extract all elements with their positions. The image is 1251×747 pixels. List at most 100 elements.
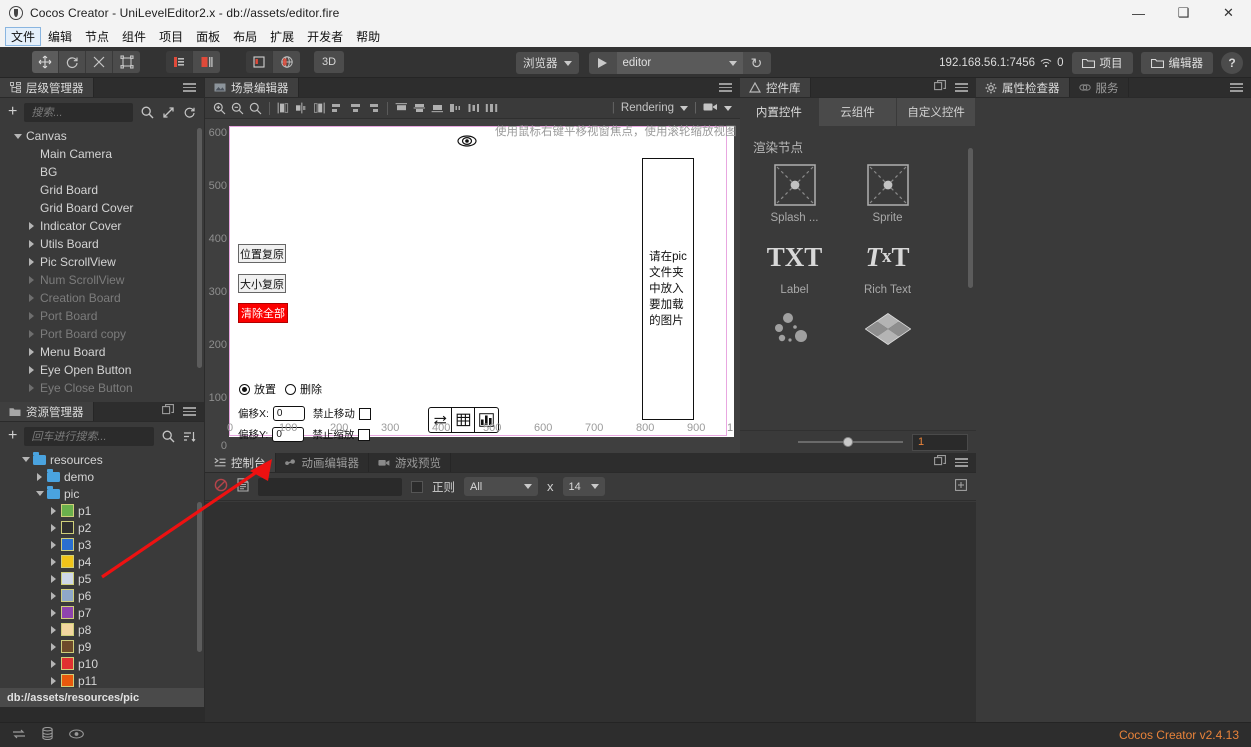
chevron-right-icon[interactable] (26, 366, 37, 374)
tab-console[interactable]: 控制台 (205, 453, 276, 472)
chevron-right-icon[interactable] (26, 222, 37, 230)
chevron-right-icon[interactable] (48, 506, 59, 515)
hierarchy-node-num-scrollview[interactable]: Num ScrollView (0, 271, 204, 289)
add-node-button[interactable]: + (8, 104, 17, 120)
close-button[interactable]: ✕ (1206, 0, 1251, 26)
move-tool-button[interactable] (32, 51, 59, 73)
chevron-right-icon[interactable] (48, 591, 59, 600)
asset-node-p3[interactable]: p3 (0, 536, 204, 553)
distribute-h-icon[interactable] (447, 100, 464, 117)
hierarchy-node-indicator-cover[interactable]: Indicator Cover (0, 217, 204, 235)
hierarchy-node-grid-board[interactable]: Grid Board (0, 181, 204, 199)
file-icon[interactable] (237, 478, 249, 495)
menu-item-help[interactable]: 帮助 (350, 27, 386, 46)
scene-stage[interactable]: 位置复原 大小复原 清除全部 放置 删除 偏移X: 0 禁止移动 偏移Y: 0 … (227, 126, 734, 442)
refresh-button[interactable]: ↻ (743, 52, 771, 74)
font-size-select[interactable]: 14 (562, 477, 605, 496)
chevron-down-icon[interactable] (724, 105, 732, 111)
chevron-right-icon[interactable] (26, 330, 37, 338)
expand-all-icon[interactable] (161, 105, 175, 119)
tab-inspector[interactable]: 属性检查器 (976, 78, 1070, 97)
align-center-h-icon[interactable] (293, 100, 310, 117)
align-bottom-icon[interactable] (429, 100, 446, 117)
global-coord-icon[interactable] (273, 51, 300, 73)
chevron-right-icon[interactable] (26, 258, 37, 266)
distribute-center-icon[interactable] (347, 100, 364, 117)
chevron-down-icon[interactable] (12, 133, 23, 139)
tab-cloud-components[interactable]: 云组件 (818, 98, 898, 126)
scene-canvas[interactable]: 600 500 400 300 200 100 0 位置复原 大小复原 清除全部 (205, 120, 740, 453)
asset-node-p7[interactable]: p7 (0, 604, 204, 621)
chevron-right-icon[interactable] (26, 294, 37, 302)
refresh-hierarchy-icon[interactable] (182, 105, 196, 119)
chevron-right-icon[interactable] (48, 557, 59, 566)
menu-item-node[interactable]: 节点 (79, 27, 115, 46)
asset-node-p10[interactable]: p10 (0, 655, 204, 672)
menu-item-edit[interactable]: 编辑 (42, 27, 78, 46)
chevron-right-icon[interactable] (26, 276, 37, 284)
chevron-right-icon[interactable] (48, 523, 59, 532)
radio-delete[interactable] (285, 383, 296, 395)
pic-placeholder-box[interactable]: 请在pic 文件夹 中放入 要加载 的图片 (642, 158, 694, 420)
asset-node-p8[interactable]: p8 (0, 621, 204, 638)
distribute-left-icon[interactable] (329, 100, 346, 117)
asset-node-p5[interactable]: p5 (0, 570, 204, 587)
widget-item-tiledmap[interactable] (852, 306, 923, 356)
chevron-right-icon[interactable] (48, 608, 59, 617)
widget-item-richtext[interactable]: TxT Rich Text (852, 234, 923, 297)
3d-mode-button[interactable]: 3D (314, 51, 344, 73)
hierarchy-node-main-camera[interactable]: Main Camera (0, 145, 204, 163)
asset-node-p1[interactable]: p1 (0, 502, 204, 519)
asset-node-p4[interactable]: p4 (0, 553, 204, 570)
chevron-right-icon[interactable] (26, 312, 37, 320)
asset-node-p2[interactable]: p2 (0, 519, 204, 536)
rect-tool-button[interactable] (113, 51, 140, 73)
asset-node-p6[interactable]: p6 (0, 587, 204, 604)
chevron-right-icon[interactable] (26, 348, 37, 356)
eye-icon[interactable] (69, 728, 84, 742)
chevron-right-icon[interactable] (34, 472, 45, 481)
hierarchy-node-pic-scrollview[interactable]: Pic ScrollView (0, 253, 204, 271)
create-asset-button[interactable]: + (8, 428, 17, 444)
search-icon[interactable] (161, 429, 175, 443)
tab-widget-library[interactable]: 控件库 (740, 78, 811, 97)
menu-item-project[interactable]: 项目 (153, 27, 189, 46)
widgets-menu-icon[interactable] (955, 83, 968, 92)
minimize-button[interactable]: — (1116, 0, 1161, 26)
asset-node-resources[interactable]: resources (0, 451, 204, 468)
zoom-in-icon[interactable] (211, 100, 228, 117)
asset-node-pic[interactable]: pic (0, 485, 204, 502)
chevron-down-icon[interactable] (20, 457, 31, 462)
chevron-right-icon[interactable] (48, 642, 59, 651)
widget-item-particle[interactable] (759, 306, 830, 356)
search-icon[interactable] (140, 105, 154, 119)
popout-icon[interactable] (934, 455, 946, 470)
hierarchy-node-menu-board[interactable]: Menu Board (0, 343, 204, 361)
browser-select[interactable]: 浏览器 (516, 52, 579, 74)
asset-node-p11[interactable]: p11 (0, 672, 204, 689)
align-right-icon[interactable] (311, 100, 328, 117)
zoom-slider[interactable] (798, 437, 903, 447)
chevron-right-icon[interactable] (48, 659, 59, 668)
assets-scrollbar[interactable] (197, 502, 202, 652)
popout-icon[interactable] (934, 80, 946, 95)
hierarchy-search-input[interactable]: 搜索... (24, 102, 133, 122)
hierarchy-node-bg[interactable]: BG (0, 163, 204, 181)
preview-target-select[interactable]: editor (616, 52, 743, 74)
asset-node-demo[interactable]: demo (0, 468, 204, 485)
editor-button[interactable]: 编辑器 (1140, 52, 1213, 74)
chevron-down-icon[interactable] (34, 491, 45, 496)
hierarchy-node-port-board-copy[interactable]: Port Board copy (0, 325, 204, 343)
node-align-icon[interactable] (166, 51, 193, 73)
hierarchy-node-canvas[interactable]: Canvas (0, 127, 204, 145)
radio-place[interactable] (239, 383, 250, 395)
database-icon[interactable] (42, 726, 53, 743)
zoom-fit-icon[interactable] (247, 100, 264, 117)
align-middle-icon[interactable] (411, 100, 428, 117)
widget-item-label[interactable]: TXT Label (759, 234, 830, 297)
widget-item-sprite[interactable]: Sprite (852, 162, 923, 224)
assets-tree[interactable]: resources demo pic p1 p2 p3 p4 p5 p6 p7 p8 p9 p10 p11… (0, 450, 204, 706)
scene-menu-icon[interactable] (719, 83, 732, 92)
chevron-right-icon[interactable] (48, 574, 59, 583)
eye-icon[interactable] (457, 135, 477, 150)
